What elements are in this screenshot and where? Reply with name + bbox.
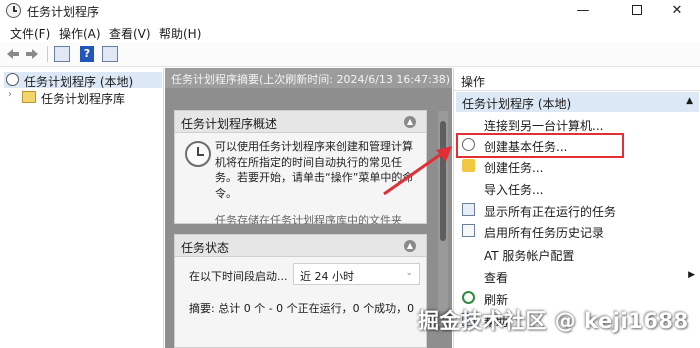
show-hide-console-tree-icon[interactable] xyxy=(54,46,70,62)
history-icon xyxy=(462,224,475,237)
task-status-section-header[interactable]: 任务状态 ▲ xyxy=(175,235,426,257)
folder-icon xyxy=(22,91,36,103)
actions-group-label: 任务计划程序 (本地) xyxy=(462,97,572,111)
actions-header: 操作 xyxy=(454,68,700,91)
wand-icon xyxy=(462,159,475,172)
action-at-service-config[interactable]: AT 服务帐户配置 xyxy=(454,244,699,264)
status-summary: 摘要: 总计 0 个 - 0 个正在运行，0 个成功，0 xyxy=(189,302,415,315)
menu-bar: 文件(F) 操作(A) 查看(V) 帮助(H) xyxy=(0,22,700,42)
overview-section-title: 任务计划程序概述 xyxy=(181,117,278,131)
tree-item-task-scheduler-local[interactable]: 任务计划程序 (本地) xyxy=(4,72,162,89)
menu-file[interactable]: 文件(F) xyxy=(10,25,50,42)
action-label: 启用所有任务历史记录 xyxy=(484,226,605,240)
action-show-running-tasks[interactable]: 显示所有正在运行的任务 xyxy=(454,200,699,220)
annotation-arrow-icon xyxy=(383,146,452,196)
actions-group-task-scheduler[interactable]: 任务计划程序 (本地) ▲ xyxy=(456,92,699,112)
chevron-down-icon: ⌄ xyxy=(405,268,413,278)
menu-view[interactable]: 查看(V) xyxy=(109,25,151,42)
tree-item-label: 任务计划程序 (本地) xyxy=(24,75,134,89)
action-connect-computer[interactable]: 连接到另一台计算机... xyxy=(454,114,699,134)
task-status-title: 任务状态 xyxy=(181,241,230,255)
tree-item-task-scheduler-library[interactable]: › 任务计划程序库 xyxy=(8,89,158,106)
action-label: 连接到另一台计算机... xyxy=(484,119,604,133)
action-label: 导入任务... xyxy=(484,183,544,197)
minimize-button[interactable]: — xyxy=(560,0,606,22)
toolbar-separator xyxy=(47,46,48,62)
status-period-label: 在以下时间段启动... xyxy=(189,270,288,283)
collapse-icon[interactable]: ▲ xyxy=(404,116,416,128)
overview-text-faded: 任务存储在任务计划程序库中的文件夹 xyxy=(215,214,402,224)
summary-header: 任务计划程序摘要(上次刷新时间: 2024/6/13 16:47:38) xyxy=(165,68,452,88)
list-icon xyxy=(462,203,475,216)
action-label: 查看 xyxy=(484,271,509,285)
task-scheduler-clock-icon xyxy=(6,3,21,18)
collapse-icon[interactable]: ▲ xyxy=(404,240,416,252)
show-hide-action-pane-icon[interactable] xyxy=(102,46,118,62)
toolbar: ? xyxy=(0,42,700,67)
clock-icon xyxy=(6,73,19,86)
collapse-up-icon[interactable]: ▲ xyxy=(686,96,693,106)
chevron-right-icon: ▶ xyxy=(688,270,695,280)
clock-icon xyxy=(185,141,211,167)
action-label: AT 服务帐户配置 xyxy=(484,249,575,263)
menu-action[interactable]: 操作(A) xyxy=(59,25,101,42)
status-period-value: 近 24 小时 xyxy=(300,270,354,283)
title-bar: 任务计划程序 — ✕ xyxy=(0,0,700,22)
help-icon[interactable]: ? xyxy=(80,46,94,62)
watermark: 掘金技术社区 @ keji1688 xyxy=(418,309,689,333)
maximize-icon xyxy=(632,5,642,15)
close-button[interactable]: ✕ xyxy=(654,0,700,22)
tree-item-label: 任务计划程序库 xyxy=(41,92,126,106)
action-import-task[interactable]: 导入任务... xyxy=(454,178,699,198)
highlight-box xyxy=(456,133,624,158)
action-label: 创建任务... xyxy=(484,161,544,175)
menu-help[interactable]: 帮助(H) xyxy=(159,25,201,42)
action-create-task[interactable]: 创建任务... xyxy=(454,156,699,176)
window-title: 任务计划程序 xyxy=(27,5,100,19)
summary-pane: 任务计划程序摘要(上次刷新时间: 2024/6/13 16:47:38) 任务计… xyxy=(165,68,452,348)
action-enable-task-history[interactable]: 启用所有任务历史记录 xyxy=(454,221,699,241)
status-period-select[interactable]: 近 24 小时 ⌄ xyxy=(293,263,420,285)
action-label: 显示所有正在运行的任务 xyxy=(484,205,617,219)
refresh-icon xyxy=(462,291,475,304)
actions-title: 操作 xyxy=(461,75,486,89)
action-view[interactable]: 查看 ▶ xyxy=(454,266,699,286)
arrow-left-icon[interactable] xyxy=(5,46,21,62)
task-status-section: 任务状态 ▲ 在以下时间段启动... 近 24 小时 ⌄ 摘要: 总计 0 个 … xyxy=(174,234,427,348)
chevron-right-icon[interactable]: › xyxy=(8,89,12,100)
console-tree: 任务计划程序 (本地) › 任务计划程序库 xyxy=(0,68,164,348)
overview-section-header[interactable]: 任务计划程序概述 ▲ xyxy=(175,111,426,133)
arrow-right-icon[interactable] xyxy=(24,46,40,62)
